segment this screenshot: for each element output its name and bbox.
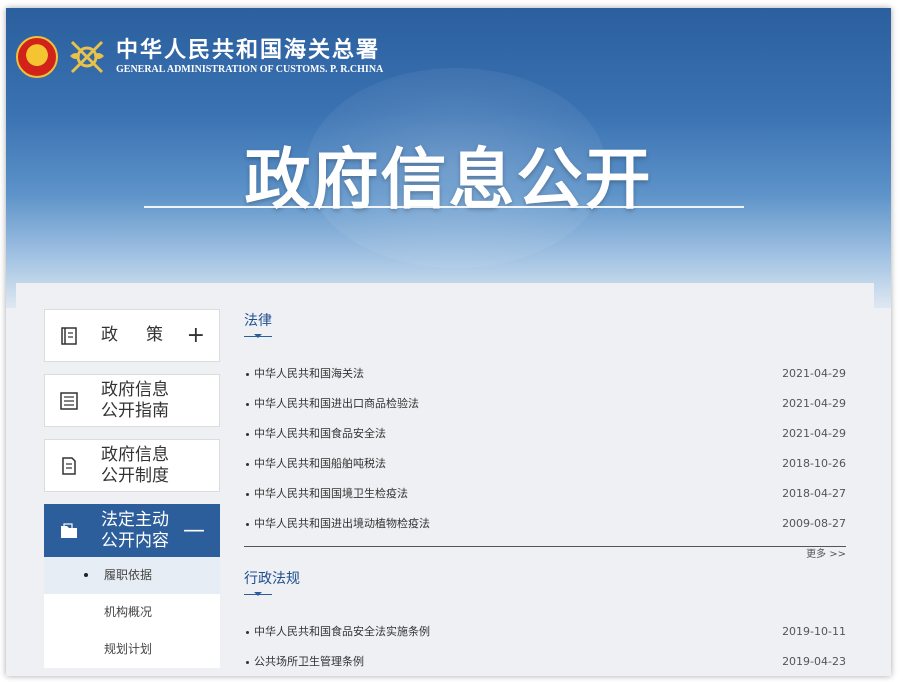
list-item-date: 2019-10-11	[782, 625, 846, 638]
list-item-title[interactable]: 中华人民共和国进出境动植物检疫法	[244, 509, 430, 539]
list-item-date: 2018-10-26	[782, 457, 846, 470]
expand-plus-icon[interactable]: +	[187, 324, 205, 347]
sidebar-sub-item-org-overview[interactable]: 机构概况	[44, 594, 220, 631]
list-item[interactable]: 中华人民共和国食品安全法 2021-04-29	[244, 419, 846, 449]
list-item-title[interactable]: 中华人民共和国船舶吨税法	[244, 449, 386, 479]
list-item-title[interactable]: 中华人民共和国海关法	[244, 359, 364, 389]
list-item[interactable]: 公共场所卫生管理条例 2019-04-23	[244, 647, 846, 676]
list-item-date: 2018-04-27	[782, 487, 846, 500]
header-banner: 中华人民共和国海关总署 GENERAL ADMINISTRATION OF CU…	[6, 8, 891, 308]
list-item-title[interactable]: 中华人民共和国国境卫生检疫法	[244, 479, 408, 509]
list-item-date: 2021-04-29	[782, 367, 846, 380]
sidebar-item-policy[interactable]: 政策 +	[44, 309, 220, 362]
org-name-cn: 中华人民共和国海关总署	[116, 37, 381, 63]
list-item[interactable]: 中华人民共和国进出境动植物检疫法 2009-08-27	[244, 509, 846, 539]
collapse-minus-icon[interactable]: —	[183, 519, 205, 542]
sidebar-label-line2: 公开内容	[101, 530, 169, 551]
sidebar-label-line1: 政府信息	[101, 379, 169, 400]
customs-emblem-icon	[70, 40, 104, 74]
list-item[interactable]: 中华人民共和国食品安全法实施条例 2019-10-11	[244, 617, 846, 647]
content-panel: 政策 + 政府信息 公开指南 政府信息 公开制度 法定主动 公开内容 — 履职依…	[16, 283, 874, 676]
sidebar-sub-list: 履职依据 机构概况 规划计划	[44, 557, 220, 668]
list-item-date: 2009-08-27	[782, 517, 846, 530]
main-content: 法律 中华人民共和国海关法 2021-04-29 中华人民共和国进出口商品检验法…	[244, 311, 846, 676]
list-item-title[interactable]: 中华人民共和国食品安全法	[244, 419, 386, 449]
folder-icon	[61, 523, 77, 538]
sidebar-sub-item-plans[interactable]: 规划计划	[44, 631, 220, 668]
list-item-date: 2021-04-29	[782, 427, 846, 440]
sidebar: 政策 + 政府信息 公开指南 政府信息 公开制度 法定主动 公开内容 — 履职依…	[44, 309, 220, 668]
sidebar-label-line1: 政府信息	[101, 444, 169, 465]
list-item-date: 2021-04-29	[782, 397, 846, 410]
document-icon	[62, 457, 76, 475]
site-logo[interactable]: 中华人民共和国海关总署 GENERAL ADMINISTRATION OF CU…	[16, 36, 383, 78]
sidebar-label-line2: 公开指南	[101, 400, 169, 421]
section-title: 法律	[244, 313, 272, 329]
sidebar-item-statutory-content[interactable]: 法定主动 公开内容 —	[44, 504, 220, 557]
sidebar-label-line2: 公开制度	[101, 465, 169, 486]
list-item[interactable]: 中华人民共和国海关法 2021-04-29	[244, 359, 846, 389]
section-title-marker	[244, 591, 272, 599]
more-link[interactable]: 更多 >>	[244, 547, 846, 563]
logo-text: 中华人民共和国海关总署 GENERAL ADMINISTRATION OF CU…	[116, 37, 383, 77]
sidebar-sub-item-duty-basis[interactable]: 履职依据	[44, 557, 220, 594]
book-icon	[61, 327, 77, 345]
more-link-label[interactable]: 更多 >>	[806, 549, 846, 560]
list-item[interactable]: 中华人民共和国进出口商品检验法 2021-04-29	[244, 389, 846, 419]
sidebar-item-system[interactable]: 政府信息 公开制度	[44, 439, 220, 492]
list-item[interactable]: 中华人民共和国船舶吨税法 2018-10-26	[244, 449, 846, 479]
section-title-marker	[244, 333, 272, 341]
sidebar-item-label: 政府信息 公开指南	[101, 380, 169, 422]
list-icon	[60, 392, 78, 410]
section-laws: 法律 中华人民共和国海关法 2021-04-29 中华人民共和国进出口商品检验法…	[244, 311, 846, 563]
org-name-en: GENERAL ADMINISTRATION OF CUSTOMS. P. R.…	[116, 64, 384, 75]
national-emblem-icon	[16, 36, 58, 78]
list-item-date: 2019-04-23	[782, 655, 846, 668]
page-frame: 中华人民共和国海关总署 GENERAL ADMINISTRATION OF CU…	[6, 8, 891, 676]
sidebar-item-label: 法定主动 公开内容	[101, 510, 169, 552]
list-item-title[interactable]: 中华人民共和国进出口商品检验法	[244, 389, 419, 419]
section-admin-regulations: 行政法规 中华人民共和国食品安全法实施条例 2019-10-11 公共场所卫生管…	[244, 569, 846, 676]
list-item[interactable]: 中华人民共和国国境卫生检疫法 2018-04-27	[244, 479, 846, 509]
sidebar-item-label: 政府信息 公开制度	[101, 445, 169, 487]
banner-title-underline	[144, 206, 744, 208]
list-item-title[interactable]: 公共场所卫生管理条例	[244, 647, 364, 676]
sidebar-item-guide[interactable]: 政府信息 公开指南	[44, 374, 220, 427]
section-title: 行政法规	[244, 571, 300, 587]
section-divider	[244, 539, 846, 547]
list-item-title[interactable]: 中华人民共和国食品安全法实施条例	[244, 617, 430, 647]
sidebar-label-line1: 法定主动	[101, 509, 169, 530]
sidebar-item-label: 政策	[101, 325, 191, 345]
